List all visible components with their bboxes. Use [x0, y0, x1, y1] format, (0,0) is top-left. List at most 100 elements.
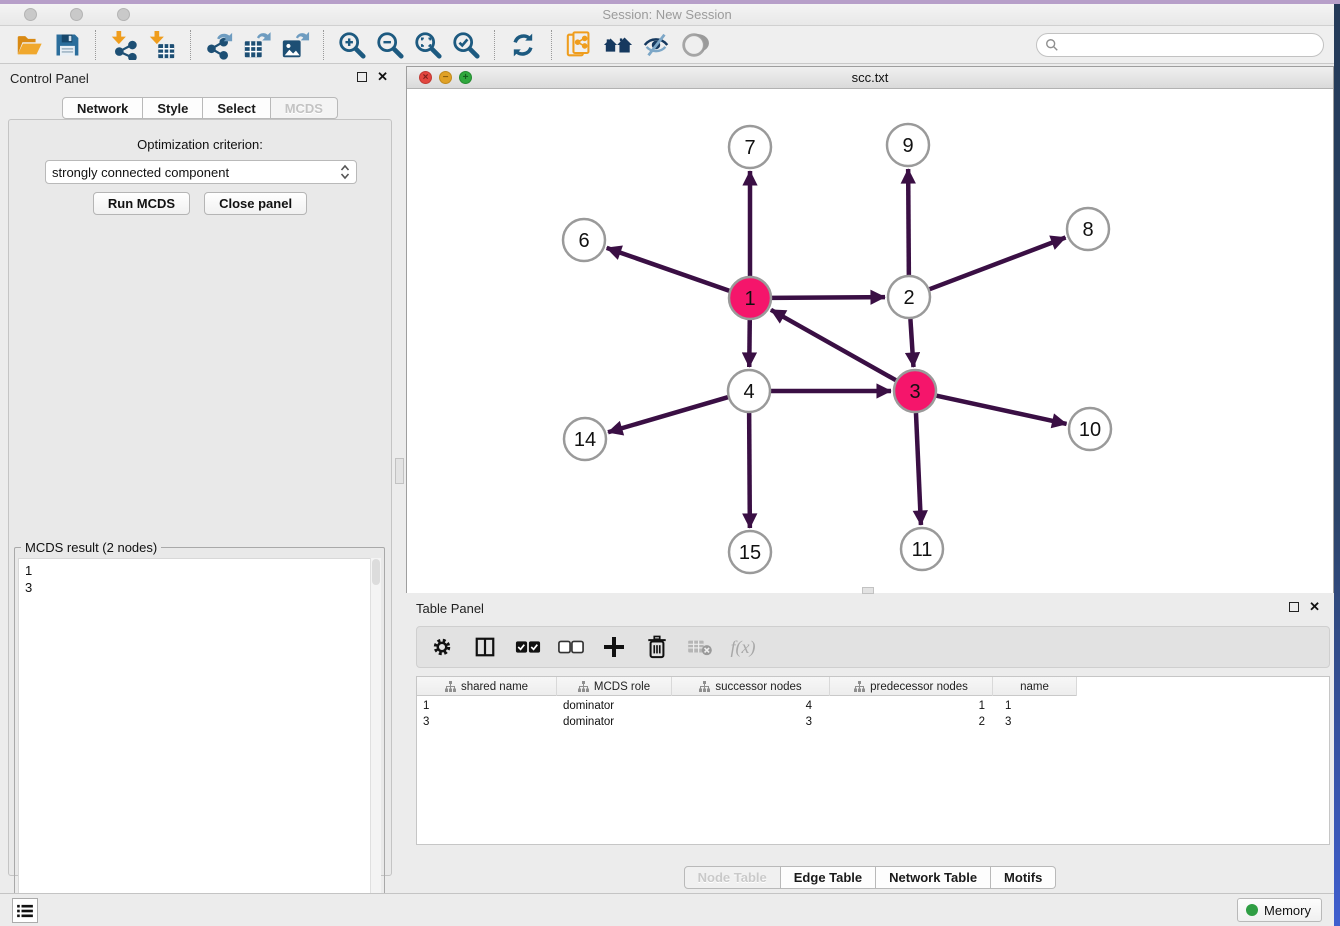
column-header-MCDS-role[interactable]: MCDS role — [557, 677, 672, 696]
table-settings-button[interactable] — [429, 634, 455, 660]
memory-status-dot — [1246, 904, 1258, 916]
zoom-fit-button[interactable] — [409, 28, 447, 62]
table-cell[interactable]: 4 — [672, 698, 830, 714]
graph-node-15[interactable]: 15 — [729, 531, 771, 573]
graph-node-14[interactable]: 14 — [564, 418, 606, 460]
tab-edge-table[interactable]: Edge Table — [781, 866, 876, 889]
table-cell[interactable]: 3 — [417, 714, 557, 730]
select-all-button[interactable] — [515, 634, 541, 660]
vertical-splitter-grip[interactable] — [395, 458, 404, 484]
memory-button[interactable]: Memory — [1237, 898, 1322, 922]
graph-edge-3-10[interactable] — [936, 396, 1066, 424]
svg-text:8: 8 — [1082, 219, 1093, 241]
network-window-titlebar: × − + scc.txt — [407, 67, 1333, 89]
graph-node-11[interactable]: 11 — [901, 528, 943, 570]
table-row[interactable]: 1dominator411 — [417, 698, 1077, 714]
import-table-button[interactable] — [143, 28, 181, 62]
tab-style[interactable]: Style — [143, 97, 203, 119]
open-session-button[interactable] — [10, 28, 48, 62]
zoom-out-icon — [375, 30, 405, 60]
home-button[interactable] — [599, 28, 637, 62]
save-session-button[interactable] — [48, 28, 86, 62]
import-table-icon — [147, 30, 177, 60]
result-scrollbar[interactable] — [370, 558, 381, 925]
table-cell[interactable]: dominator — [557, 698, 672, 714]
graph-edge-1-4[interactable] — [749, 320, 750, 367]
table-cell[interactable]: dominator — [557, 714, 672, 730]
deselect-all-button[interactable] — [558, 634, 584, 660]
delete-table-button[interactable] — [687, 634, 713, 660]
graph-edge-4-14[interactable] — [608, 397, 728, 432]
optimization-criterion-select[interactable]: strongly connected component — [45, 160, 357, 184]
graph-edge-2-9[interactable] — [908, 169, 909, 275]
tab-network[interactable]: Network — [62, 97, 143, 119]
function-builder-button[interactable]: f(x) — [730, 634, 756, 660]
graph-node-7[interactable]: 7 — [729, 126, 771, 168]
close-panel-button[interactable]: Close panel — [204, 192, 307, 215]
zoom-in-button[interactable] — [333, 28, 371, 62]
table-cell[interactable]: 3 — [672, 714, 830, 730]
graph-node-6[interactable]: 6 — [563, 219, 605, 261]
hide-selected-button[interactable] — [637, 28, 675, 62]
optimization-criterion-label: Optimization criterion: — [9, 137, 391, 152]
column-header-name[interactable]: name — [993, 677, 1077, 696]
graph-node-9[interactable]: 9 — [887, 124, 929, 166]
graph-edge-4-15[interactable] — [749, 413, 750, 528]
export-network-button[interactable] — [200, 28, 238, 62]
mcds-result-text[interactable]: 1 3 — [18, 558, 381, 925]
graph-node-8[interactable]: 8 — [1067, 208, 1109, 250]
copy-network-button[interactable] — [561, 28, 599, 62]
close-panel-icon[interactable]: ✕ — [377, 72, 388, 82]
close-table-panel-icon[interactable]: ✕ — [1309, 602, 1320, 612]
table-cell[interactable]: 3 — [993, 714, 1077, 730]
table-row[interactable]: 3dominator323 — [417, 714, 1077, 730]
show-all-button[interactable] — [675, 28, 713, 62]
search-input[interactable] — [1059, 36, 1323, 54]
tab-select[interactable]: Select — [203, 97, 270, 119]
tab-mcds[interactable]: MCDS — [271, 97, 338, 119]
graph-node-1[interactable]: 1 — [729, 277, 771, 319]
import-network-button[interactable] — [105, 28, 143, 62]
table-cell[interactable]: 1 — [830, 698, 993, 714]
home-icon — [602, 30, 634, 60]
task-history-button[interactable] — [12, 898, 38, 923]
network-graph-canvas[interactable]: 7 9 6 8 1 2 4 3 14 10 15 11 — [407, 89, 1333, 593]
float-panel-icon[interactable] — [357, 72, 367, 82]
horizontal-splitter-grip[interactable] — [862, 587, 874, 594]
table-cell[interactable]: 1 — [417, 698, 557, 714]
add-column-button[interactable] — [601, 634, 627, 660]
table-cell[interactable]: 2 — [830, 714, 993, 730]
column-header-successor-nodes[interactable]: successor nodes — [672, 677, 830, 696]
export-image-button[interactable] — [276, 28, 314, 62]
float-table-panel-icon[interactable] — [1289, 602, 1299, 612]
graph-edge-2-3[interactable] — [910, 319, 913, 367]
eye-icon — [679, 30, 709, 60]
zoom-fit-icon — [413, 30, 443, 60]
table-toolbar: f(x) — [416, 626, 1330, 668]
delete-columns-button[interactable] — [644, 634, 670, 660]
column-header-shared-name[interactable]: shared name — [417, 677, 557, 696]
svg-text:10: 10 — [1079, 419, 1101, 441]
graph-node-2[interactable]: 2 — [888, 276, 930, 318]
tab-motifs[interactable]: Motifs — [991, 866, 1056, 889]
run-mcds-button[interactable]: Run MCDS — [93, 192, 190, 215]
main-toolbar — [0, 26, 1334, 64]
graph-edge-1-2[interactable] — [772, 297, 885, 298]
graph-edge-3-1[interactable] — [771, 310, 896, 380]
table-cell[interactable]: 1 — [993, 698, 1077, 714]
zoom-selected-button[interactable] — [447, 28, 485, 62]
graph-edge-2-8[interactable] — [930, 238, 1066, 290]
zoom-out-button[interactable] — [371, 28, 409, 62]
graph-edge-1-6[interactable] — [607, 248, 730, 291]
graph-node-4[interactable]: 4 — [728, 370, 770, 412]
tab-network-table[interactable]: Network Table — [876, 866, 991, 889]
graph-edge-3-11[interactable] — [916, 413, 921, 525]
refresh-view-button[interactable] — [504, 28, 542, 62]
tab-node-table[interactable]: Node Table — [684, 866, 781, 889]
column-header-predecessor-nodes[interactable]: predecessor nodes — [830, 677, 993, 696]
export-table-icon — [242, 30, 272, 60]
graph-node-3[interactable]: 3 — [894, 370, 936, 412]
graph-node-10[interactable]: 10 — [1069, 408, 1111, 450]
toggle-columns-panel-button[interactable] — [472, 634, 498, 660]
export-table-button[interactable] — [238, 28, 276, 62]
